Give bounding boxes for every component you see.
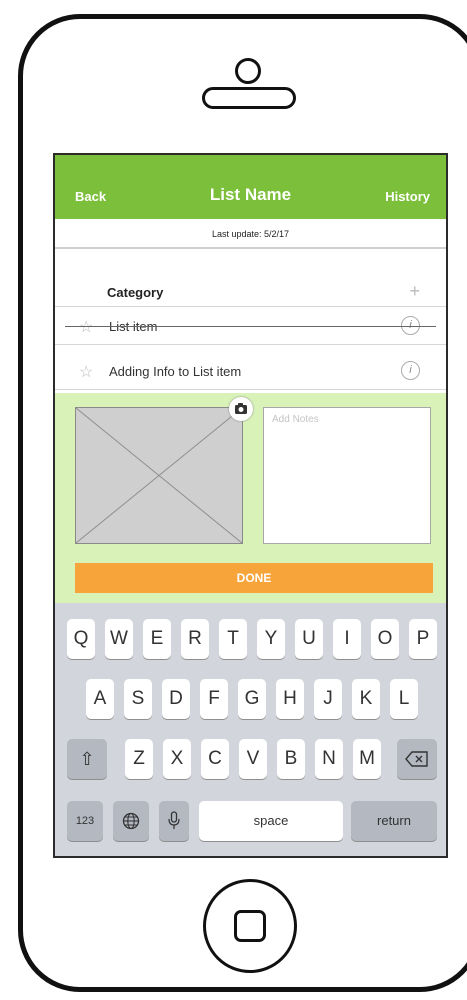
key-i[interactable]: I	[333, 619, 361, 659]
history-button[interactable]: History	[385, 189, 430, 204]
key-s[interactable]: S	[124, 679, 152, 719]
key-b[interactable]: B	[277, 739, 305, 779]
key-a[interactable]: A	[86, 679, 114, 719]
key-v[interactable]: V	[239, 739, 267, 779]
key-o[interactable]: O	[371, 619, 399, 659]
key-k[interactable]: K	[352, 679, 380, 719]
globe-icon	[122, 812, 140, 830]
key-w[interactable]: W	[105, 619, 133, 659]
key-m[interactable]: M	[353, 739, 381, 779]
app-screen: Back List Name History Last update: 5/2/…	[53, 153, 448, 858]
category-header: Category +	[55, 275, 446, 307]
plus-icon[interactable]: +	[409, 281, 420, 302]
key-c[interactable]: C	[201, 739, 229, 779]
last-update-text: Last update: 5/2/17	[55, 219, 446, 249]
backspace-key[interactable]	[397, 739, 437, 779]
backspace-icon	[405, 751, 428, 767]
shift-key[interactable]: ⇧	[67, 739, 107, 779]
key-d[interactable]: D	[162, 679, 190, 719]
space-key[interactable]: space	[199, 801, 343, 841]
key-x[interactable]: X	[163, 739, 191, 779]
earpiece-speaker	[202, 87, 296, 109]
key-f[interactable]: F	[200, 679, 228, 719]
camera-icon[interactable]	[229, 397, 253, 421]
camera-glyph	[235, 403, 247, 414]
notes-box[interactable]	[263, 407, 431, 544]
star-icon[interactable]: ☆	[79, 362, 93, 382]
info-icon[interactable]: i	[401, 361, 420, 380]
notes-input[interactable]	[264, 408, 430, 543]
numbers-key[interactable]: 123	[67, 801, 103, 841]
keyboard: Q W E R T Y U I O P A S D F G H J K L ⇧ …	[55, 603, 446, 856]
key-u[interactable]: U	[295, 619, 323, 659]
key-h[interactable]: H	[276, 679, 304, 719]
key-j[interactable]: J	[314, 679, 342, 719]
image-placeholder-icon	[75, 407, 243, 544]
shift-icon: ⇧	[79, 749, 95, 769]
microphone-icon	[168, 811, 180, 829]
image-placeholder[interactable]	[75, 407, 243, 544]
return-key[interactable]: return	[351, 801, 437, 841]
key-l[interactable]: L	[390, 679, 418, 719]
key-r[interactable]: R	[181, 619, 209, 659]
list-item-label: Adding Info to List item	[109, 364, 242, 379]
navigation-bar: Back List Name History	[55, 155, 446, 219]
list-item[interactable]: ☆ Adding Info to List item i	[55, 352, 446, 390]
key-z[interactable]: Z	[125, 739, 153, 779]
key-y[interactable]: Y	[257, 619, 285, 659]
key-g[interactable]: G	[238, 679, 266, 719]
key-e[interactable]: E	[143, 619, 171, 659]
done-button[interactable]: DONE	[75, 563, 433, 593]
list-item[interactable]: ☆ List item i	[55, 307, 446, 345]
key-n[interactable]: N	[315, 739, 343, 779]
key-p[interactable]: P	[409, 619, 437, 659]
category-label: Category	[107, 285, 164, 300]
item-edit-panel: DONE	[55, 393, 446, 603]
star-icon[interactable]: ☆	[79, 317, 93, 337]
strikethrough-line	[65, 326, 436, 327]
key-q[interactable]: Q	[67, 619, 95, 659]
home-button-icon	[234, 910, 266, 942]
key-t[interactable]: T	[219, 619, 247, 659]
front-camera	[235, 58, 261, 84]
microphone-key[interactable]	[159, 801, 189, 841]
globe-key[interactable]	[113, 801, 149, 841]
